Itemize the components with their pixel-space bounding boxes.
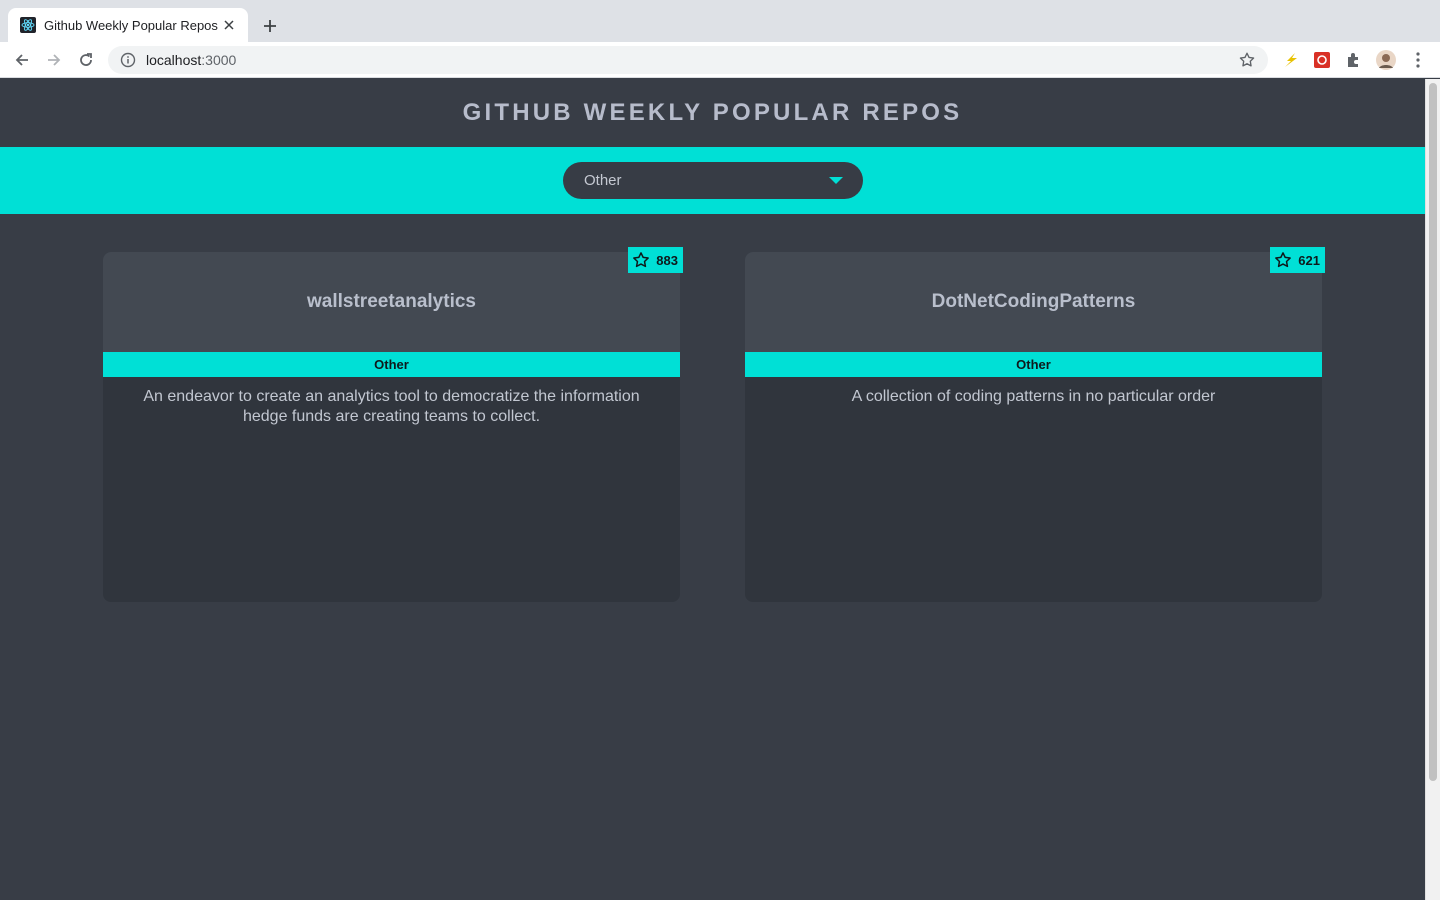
repo-language-bar: Other (103, 352, 680, 377)
star-outline-icon (1274, 251, 1292, 269)
info-icon[interactable] (120, 52, 136, 68)
close-icon[interactable] (220, 16, 238, 34)
repo-name[interactable]: DotNetCodingPatterns (932, 291, 1136, 313)
repo-description: An endeavor to create an analytics tool … (143, 388, 640, 425)
repo-name[interactable]: wallstreetanalytics (307, 291, 476, 313)
profile-avatar[interactable] (1376, 50, 1396, 70)
repo-card[interactable]: DotNetCodingPatterns Other A collection … (745, 247, 1325, 602)
language-select-value: Other (584, 172, 622, 189)
caret-down-icon (829, 177, 843, 184)
language-select[interactable]: Other (563, 162, 863, 199)
star-count-badge: 883 (628, 247, 683, 273)
page-title: GITHUB WEEKLY POPULAR REPOS (462, 99, 963, 126)
star-count-badge: 621 (1270, 247, 1325, 273)
browser-tabstrip: Github Weekly Popular Repos (0, 0, 1440, 42)
repo-card[interactable]: wallstreetanalytics Other An endeavor to… (103, 247, 683, 602)
repo-language: Other (1016, 357, 1051, 372)
star-count: 621 (1298, 252, 1320, 268)
bookmark-star-icon[interactable] (1238, 51, 1256, 69)
star-outline-icon (632, 251, 650, 269)
page-scrollbar[interactable] (1425, 79, 1440, 900)
reload-button[interactable] (74, 48, 98, 72)
page-content: GITHUB WEEKLY POPULAR REPOS Other wallst… (0, 79, 1425, 900)
url-text: localhost:3000 (146, 52, 1238, 68)
filter-bar: Other (0, 147, 1425, 214)
address-bar[interactable]: localhost:3000 (108, 46, 1268, 74)
browser-tab[interactable]: Github Weekly Popular Repos (8, 8, 248, 42)
lightning-extension-icon[interactable] (1280, 50, 1300, 70)
tab-title: Github Weekly Popular Repos (44, 17, 218, 33)
more-menu-icon[interactable] (1408, 50, 1428, 70)
browser-toolbar: localhost:3000 (0, 42, 1440, 78)
repo-card-header: DotNetCodingPatterns (745, 252, 1322, 352)
url-host: localhost (146, 52, 202, 68)
puzzle-extensions-icon[interactable] (1344, 50, 1364, 70)
new-tab-button[interactable] (258, 14, 282, 38)
react-icon (20, 17, 36, 33)
page-header: GITHUB WEEKLY POPULAR REPOS (0, 79, 1425, 147)
scrollbar-thumb[interactable] (1429, 83, 1437, 781)
back-button[interactable] (10, 48, 34, 72)
repo-description: A collection of coding patterns in no pa… (851, 388, 1216, 405)
repo-language-bar: Other (745, 352, 1322, 377)
url-port: :3000 (201, 52, 237, 68)
repo-language: Other (374, 357, 409, 372)
repo-card-header: wallstreetanalytics (103, 252, 680, 352)
star-count: 883 (656, 252, 678, 268)
red-extension-icon[interactable] (1312, 50, 1332, 70)
forward-button[interactable] (42, 48, 66, 72)
